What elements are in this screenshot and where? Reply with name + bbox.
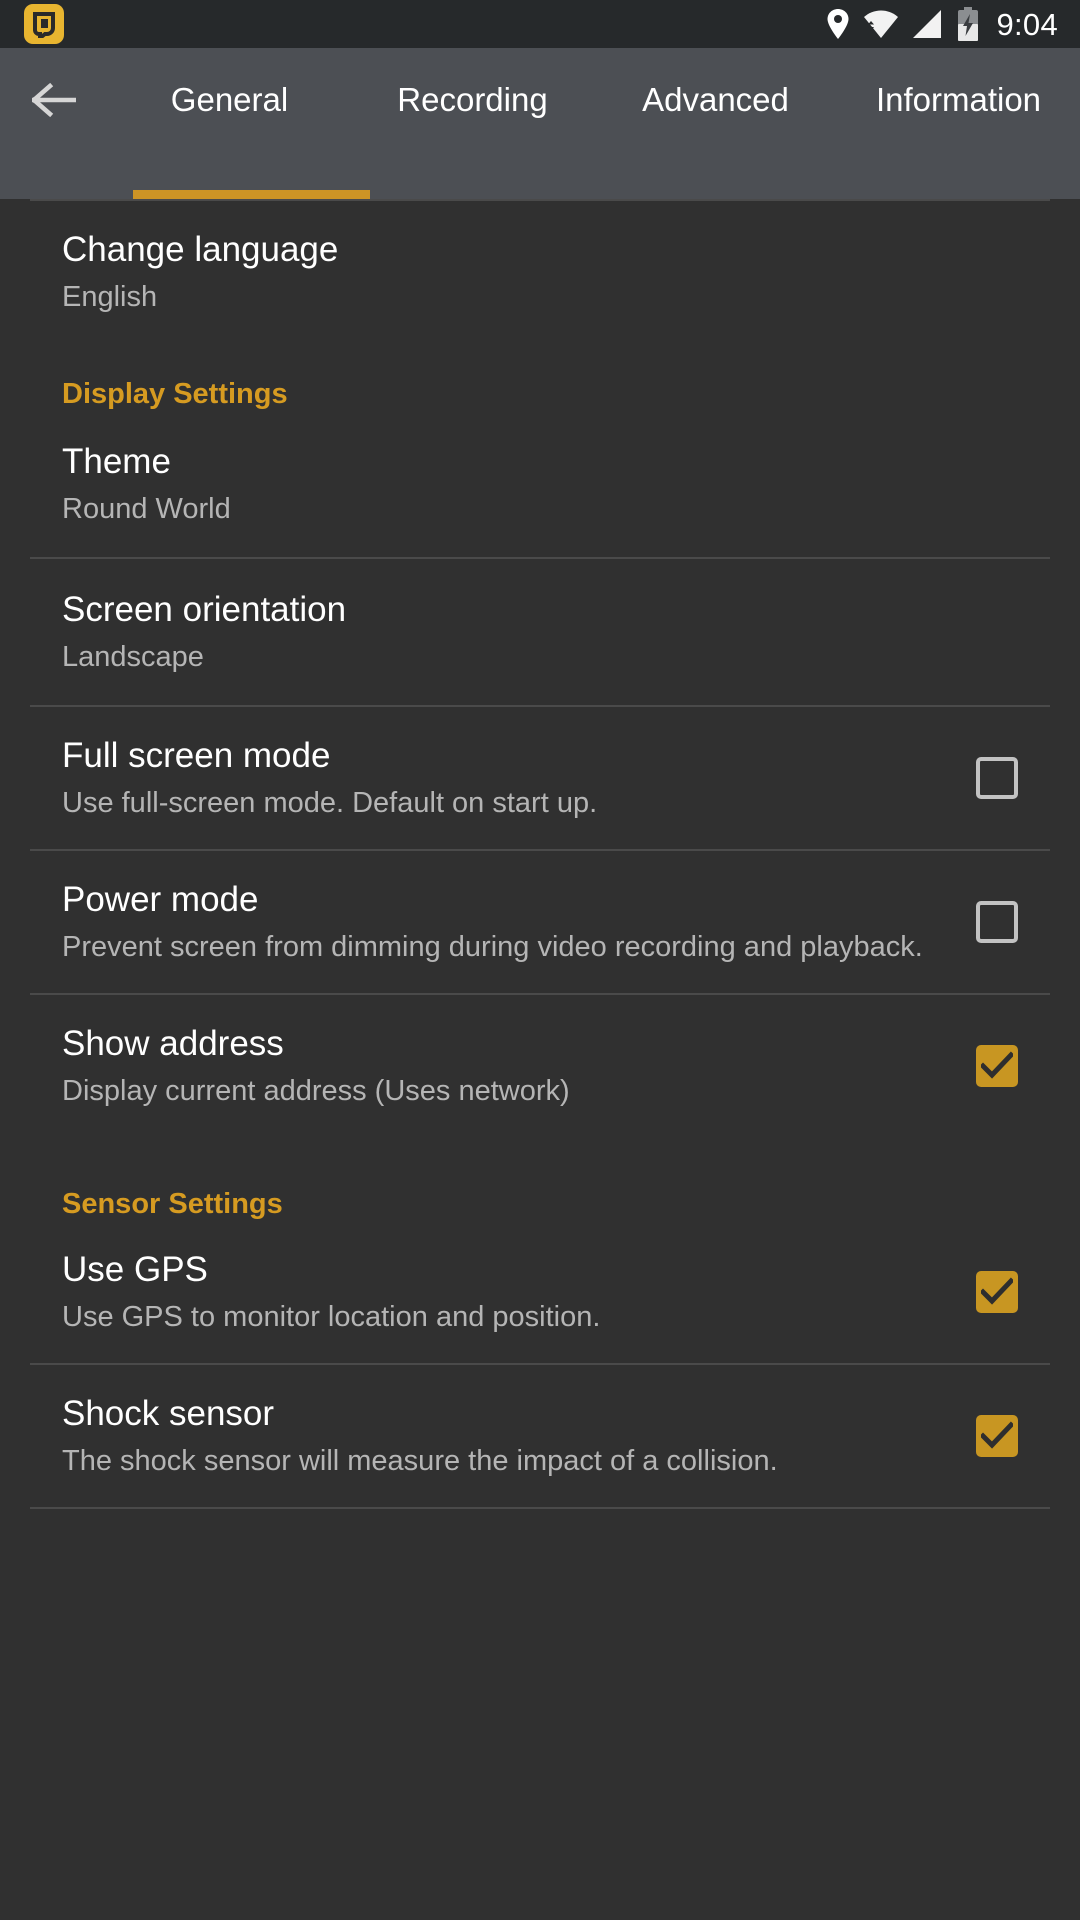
setting-title: Theme: [62, 442, 171, 481]
setting-full-screen-mode[interactable]: Full screen mode Use full-screen mode. D…: [0, 707, 1080, 849]
setting-text: Show address Display current address (Us…: [62, 1021, 976, 1111]
tab-information[interactable]: Information: [837, 48, 1080, 152]
setting-title: Screen orientation: [62, 590, 347, 629]
divider: [30, 1507, 1050, 1509]
checkbox-use-gps[interactable]: [976, 1271, 1018, 1313]
setting-text: Theme Round World: [62, 439, 1018, 529]
setting-summary: Display current address (Uses network): [62, 1075, 570, 1107]
setting-text: Shock sensor The shock sensor will measu…: [62, 1391, 976, 1481]
setting-use-gps[interactable]: Use GPS Use GPS to monitor location and …: [0, 1221, 1080, 1363]
tab-recording[interactable]: Recording: [351, 48, 594, 152]
setting-theme[interactable]: Theme Round World: [0, 411, 1080, 557]
setting-title: Change language: [62, 230, 339, 269]
battery-charging-icon: [958, 7, 979, 41]
app-badge-icon: [24, 4, 64, 44]
tab-advanced[interactable]: Advanced: [594, 48, 837, 152]
setting-value: Round World: [62, 493, 231, 525]
tab-list: General Recording Advanced Information: [108, 48, 1080, 152]
app-bar: General Recording Advanced Information: [0, 48, 1080, 199]
back-arrow-icon: [32, 82, 76, 118]
setting-summary: Use full-screen mode. Default on start u…: [62, 787, 598, 819]
checkbox-show-address[interactable]: [976, 1045, 1018, 1087]
setting-title: Show address: [62, 1024, 284, 1063]
setting-summary: Use GPS to monitor location and position…: [62, 1301, 601, 1333]
setting-summary: Prevent screen from dimming during video…: [62, 931, 923, 963]
checkbox-full-screen-mode[interactable]: [976, 757, 1018, 799]
status-clock: 9:04: [996, 6, 1058, 42]
cellular-signal-icon: [913, 10, 942, 38]
setting-change-language[interactable]: Change language English: [0, 201, 1080, 327]
active-tab-indicator: [133, 190, 370, 199]
setting-power-mode[interactable]: Power mode Prevent screen from dimming d…: [0, 851, 1080, 993]
setting-value: English: [62, 281, 158, 313]
setting-text: Power mode Prevent screen from dimming d…: [62, 877, 976, 967]
settings-list[interactable]: Change language English Display Settings…: [0, 199, 1080, 1920]
setting-summary: The shock sensor will measure the impact…: [62, 1445, 778, 1477]
setting-show-address[interactable]: Show address Display current address (Us…: [0, 995, 1080, 1137]
setting-value: Landscape: [62, 641, 204, 673]
wifi-icon: [864, 10, 899, 38]
setting-text: Use GPS Use GPS to monitor location and …: [62, 1247, 976, 1337]
back-button[interactable]: [0, 48, 108, 152]
location-pin-icon: [827, 9, 849, 39]
section-header-sensor: Sensor Settings: [62, 1188, 283, 1220]
checkbox-power-mode[interactable]: [976, 901, 1018, 943]
setting-text: Full screen mode Use full-screen mode. D…: [62, 733, 976, 823]
setting-text: Change language English: [62, 227, 1018, 317]
setting-title: Power mode: [62, 880, 259, 919]
setting-shock-sensor[interactable]: Shock sensor The shock sensor will measu…: [0, 1365, 1080, 1507]
setting-title: Full screen mode: [62, 736, 331, 775]
tab-general[interactable]: General: [108, 48, 351, 152]
checkbox-shock-sensor[interactable]: [976, 1415, 1018, 1457]
setting-text: Screen orientation Landscape: [62, 587, 1018, 677]
setting-title: Shock sensor: [62, 1394, 275, 1433]
section-header-display: Display Settings: [62, 378, 288, 410]
status-bar: 9:04: [0, 0, 1080, 48]
status-icons: 9:04: [826, 7, 1058, 41]
setting-screen-orientation[interactable]: Screen orientation Landscape: [0, 559, 1080, 705]
setting-title: Use GPS: [62, 1250, 208, 1289]
